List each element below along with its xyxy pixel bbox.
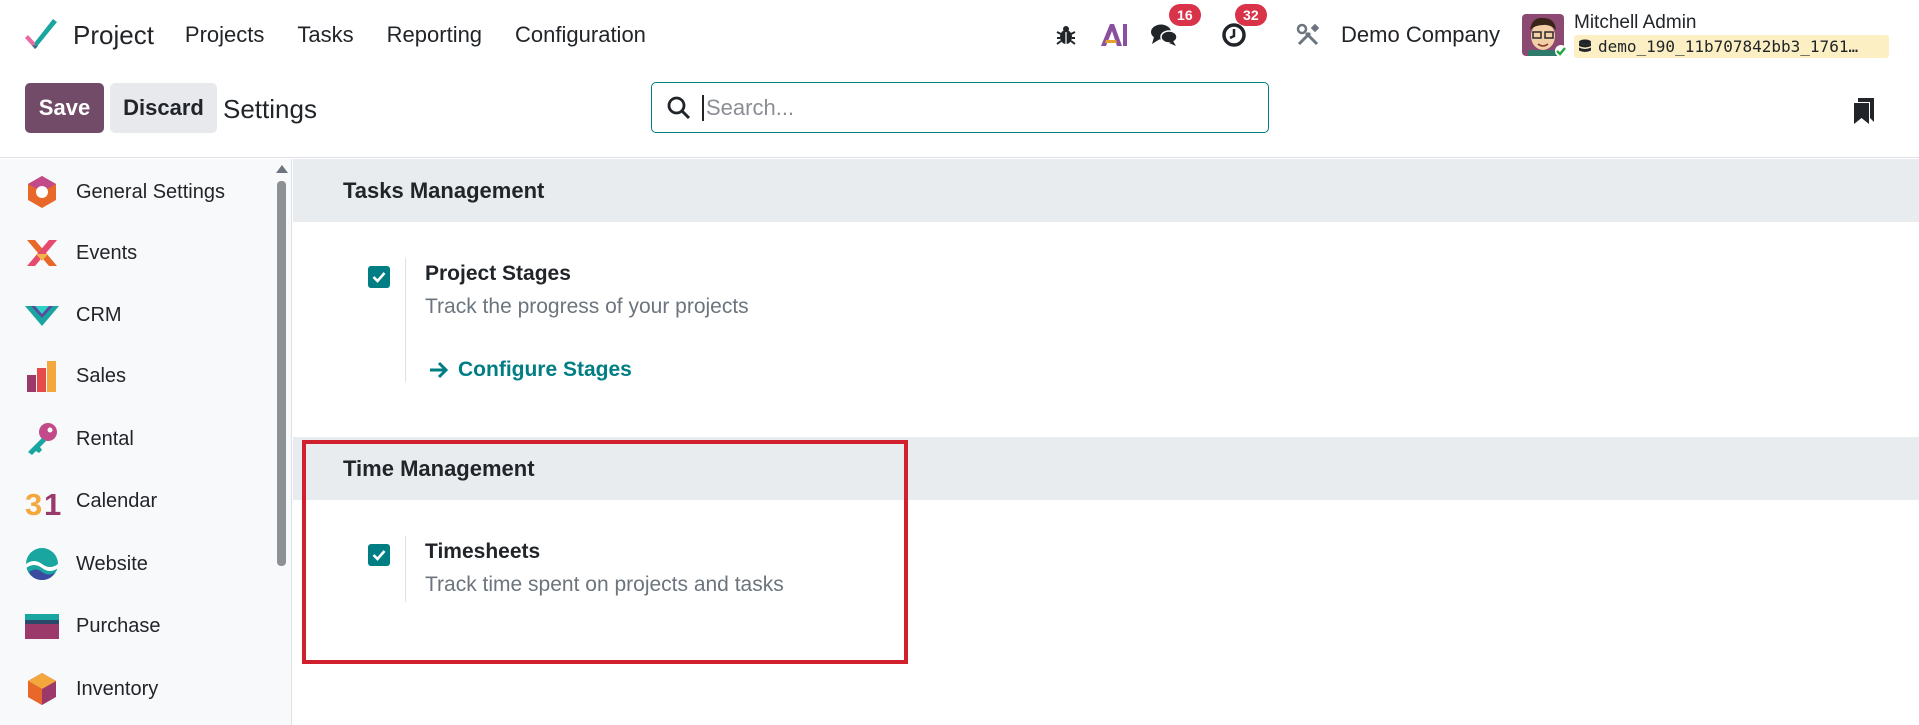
database-badge: demo_190_11b707842bb3_1761… [1574,35,1889,58]
svg-text:1: 1 [44,487,61,520]
menu-projects[interactable]: Projects [185,22,264,48]
bookmarks-icon[interactable] [1851,96,1877,126]
checkmark-icon [372,272,386,283]
sidebar-item-label: Calendar [76,489,158,512]
sidebar-item-sales[interactable]: Sales [0,352,270,400]
rental-icon [28,423,57,455]
general-settings-icon [28,176,56,208]
sidebar-item-label: Events [76,241,138,264]
highlight-box [302,440,908,664]
crm-icon [25,306,59,326]
sidebar-item-events[interactable]: Events [0,229,270,277]
sidebar-item-label: Purchase [76,614,161,637]
database-name: demo_190_11b707842bb3_1761… [1598,37,1859,56]
sidebar-item-rental[interactable]: Rental [0,415,270,463]
menu-tasks[interactable]: Tasks [297,22,353,48]
setting-divider [405,258,406,382]
search-bar [651,82,1269,133]
setting-description: Track the progress of your projects [425,295,749,318]
avatar [1522,14,1567,57]
sidebar-item-label: Sales [76,364,127,387]
sidebar-item-label: Website [76,552,148,575]
discard-button[interactable]: Discard [110,83,217,133]
svg-text:3: 3 [25,487,42,520]
tools-icon[interactable] [1295,22,1321,48]
company-switcher[interactable]: Demo Company [1341,22,1500,48]
sidebar-item-label: CRM [76,303,122,326]
messages-badge: 16 [1169,4,1201,26]
inventory-icon [28,673,56,705]
top-navbar: Project Projects Tasks Reporting Configu… [0,0,1919,70]
save-button[interactable]: Save [25,83,104,133]
user-menu[interactable]: Mitchell Admin demo_190_11b707842bb3_176… [1522,12,1889,58]
database-icon [1579,39,1591,52]
setting-title: Project Stages [425,262,571,285]
section-title: Tasks Management [343,177,545,203]
configure-stages-link[interactable]: Configure Stages [428,358,632,382]
activities-badge: 32 [1235,4,1267,26]
project-stages-checkbox[interactable] [368,266,390,288]
sidebar-item-inventory[interactable]: Inventory [0,665,270,713]
online-status-icon [1555,45,1567,57]
navbar-systray: 16 32 Demo Company Mitchell Admin demo_1… [1053,0,1919,70]
ai-icon[interactable] [1099,20,1129,50]
settings-sidebar: General Settings Events CRM Sales Rental… [0,159,292,725]
sidebar-item-label: General Settings [76,180,225,203]
app-brand[interactable]: Project [22,0,154,70]
sidebar-item-purchase[interactable]: Purchase [0,602,270,650]
sidebar-item-general-settings[interactable]: General Settings [0,168,270,216]
section-header-tasks-management: Tasks Management [293,159,1919,222]
sidebar-item-label: Inventory [76,677,159,700]
scroll-up-arrow-icon[interactable] [276,165,288,173]
website-icon [26,548,58,580]
sidebar-item-website[interactable]: Website [0,540,270,588]
sidebar-scrollbar[interactable] [277,181,286,566]
menu-configuration[interactable]: Configuration [515,22,646,48]
sidebar-item-crm[interactable]: CRM [0,291,270,339]
configure-stages-label: Configure Stages [458,358,632,381]
purchase-icon [25,614,59,639]
sidebar-item-calendar[interactable]: 3 1 Calendar [0,477,270,525]
activities-icon[interactable]: 32 [1219,4,1267,50]
search-icon [667,96,691,119]
project-app-logo-icon [25,19,57,49]
sidebar-item-label: Rental [76,427,134,450]
app-name: Project [73,19,154,50]
user-name: Mitchell Admin [1574,12,1697,33]
user-info: Mitchell Admin demo_190_11b707842bb3_176… [1574,12,1889,58]
arrow-right-icon [430,361,449,379]
menu-reporting[interactable]: Reporting [387,22,482,48]
events-icon [27,240,57,266]
search-input[interactable] [702,94,1242,121]
messages-icon[interactable]: 16 [1149,4,1201,50]
main-menu: Projects Tasks Reporting Configuration [185,22,679,48]
sales-icon [27,361,56,392]
control-panel: Save Discard Settings [0,70,1919,158]
page-title: Settings [223,94,317,124]
debug-icon[interactable] [1053,22,1079,48]
calendar-icon: 3 1 [25,487,61,520]
